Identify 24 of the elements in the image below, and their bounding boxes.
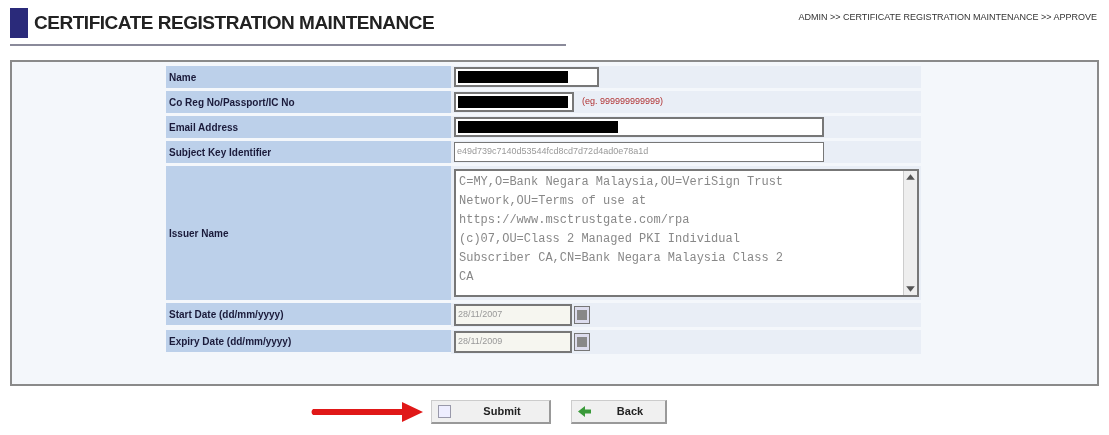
date-field[interactable]: 28/11/2009 xyxy=(454,331,572,353)
input-field[interactable] xyxy=(454,92,574,112)
back-arrow-icon xyxy=(578,406,591,417)
date-field[interactable]: 28/11/2007 xyxy=(454,304,572,326)
field-label: Subject Key Identifier xyxy=(166,141,451,163)
title-marker xyxy=(10,8,28,38)
submit-button[interactable]: Submit xyxy=(431,400,551,424)
field-label: Expiry Date (dd/mm/yyyy) xyxy=(166,330,451,352)
example-hint: (eg. 999999999999) xyxy=(582,95,664,109)
breadcrumb: ADMIN >> CERTIFICATE REGISTRATION MAINTENANCE >> APPROVE xyxy=(798,10,1098,24)
input-field[interactable]: e49d739c7140d53544fcd8cd7d72d4ad0e78a1d xyxy=(454,142,824,162)
field-label: Name xyxy=(166,66,451,88)
calendar-icon[interactable] xyxy=(574,306,590,324)
page-title: CERTIFICATE REGISTRATION MAINTENANCE xyxy=(34,10,435,35)
checkbox-icon xyxy=(438,405,451,418)
input-field[interactable] xyxy=(454,67,599,87)
field-label: Co Reg No/Passport/IC No xyxy=(166,91,451,113)
calendar-icon[interactable] xyxy=(574,333,590,351)
back-button[interactable]: Back xyxy=(571,400,667,424)
field-label: Start Date (dd/mm/yyyy) xyxy=(166,303,451,325)
input-field[interactable] xyxy=(454,117,824,137)
field-label: Issuer Name xyxy=(166,166,451,300)
scrollbar[interactable] xyxy=(903,171,917,295)
field-label: Email Address xyxy=(166,116,451,138)
